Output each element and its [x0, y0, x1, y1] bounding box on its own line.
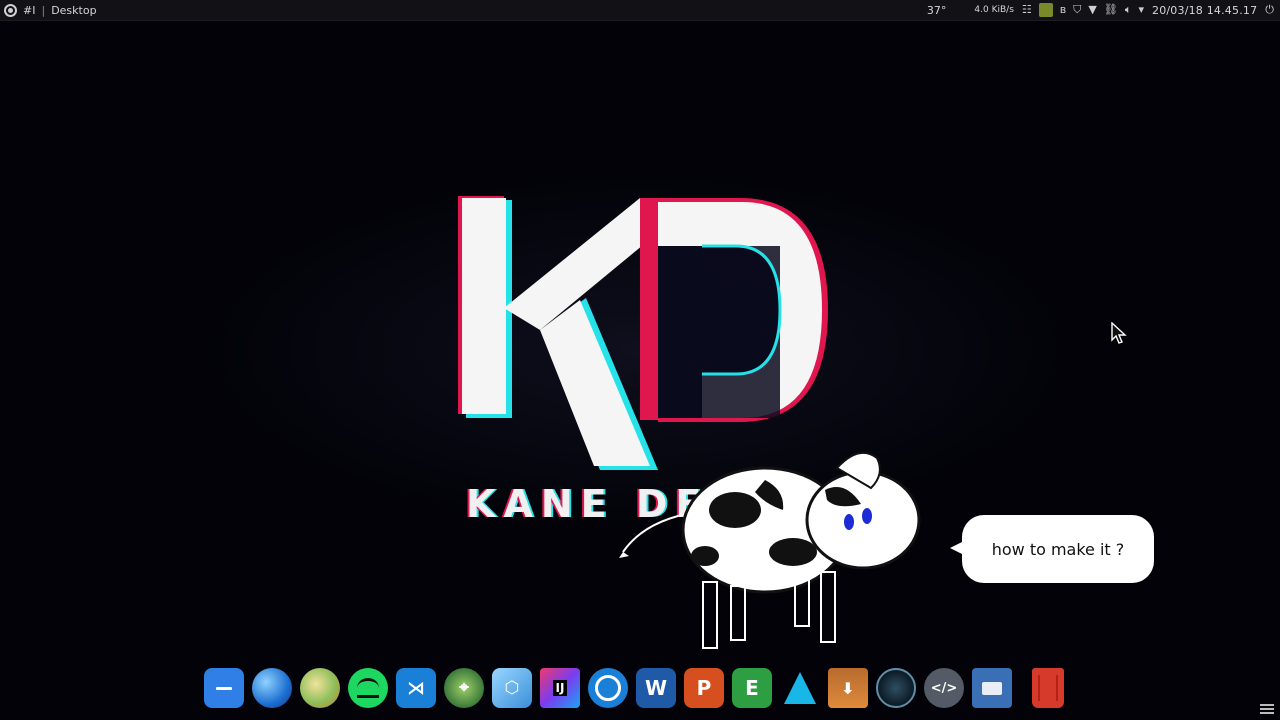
cow-illustration: [619, 451, 921, 649]
archive-app-icon[interactable]: [828, 668, 868, 708]
github-icon[interactable]: [4, 3, 17, 17]
cpu-temperature: 37°: [926, 3, 947, 17]
wifi-icon[interactable]: ▼: [1088, 0, 1096, 20]
simplenote-app-icon[interactable]: [588, 668, 628, 708]
intellij-app-icon[interactable]: IJ: [540, 668, 580, 708]
volume-icon[interactable]: 🔈︎: [1125, 0, 1132, 20]
bluetooth-icon[interactable]: ʙ: [1060, 0, 1066, 20]
maps-app-icon[interactable]: [300, 668, 340, 708]
video-app-icon[interactable]: [972, 668, 1012, 708]
speech-bubble-text: how to make it ?: [991, 539, 1125, 559]
code-editor-app-icon[interactable]: [924, 668, 964, 708]
title-separator: |: [41, 3, 46, 17]
package-app-icon[interactable]: ⬡: [492, 668, 532, 708]
power-icon[interactable]: ⏻: [1265, 3, 1274, 17]
dropdown-icon[interactable]: ▾: [1138, 0, 1144, 20]
top-panel-left: #I | Desktop: [0, 3, 97, 17]
writer-app-icon[interactable]: W: [636, 668, 676, 708]
top-panel: #I | Desktop 37° 4.0 KiB/s ☷ ʙ ⛉ ▼ ⛓ 🔈︎ …: [0, 0, 1280, 21]
image-icon[interactable]: [1038, 3, 1053, 17]
window-title: Desktop: [51, 3, 97, 17]
apps-icon[interactable]: ☷: [1022, 0, 1032, 20]
clock[interactable]: 20/03/18 14.45.17: [1152, 4, 1257, 17]
link-icon[interactable]: ⛓: [1104, 0, 1118, 20]
arrow-app-icon[interactable]: [780, 668, 820, 708]
dock: ⋊ ⌖ ⬡ IJ W P E: [204, 664, 1064, 712]
spotify-app-icon[interactable]: [348, 668, 388, 708]
mouse-cursor-icon: [1111, 322, 1127, 344]
shield-icon[interactable]: ⛉: [1073, 0, 1081, 20]
android-studio-app-icon[interactable]: ⌖: [444, 668, 484, 708]
workspace-indicator[interactable]: #I: [23, 4, 35, 17]
hamburger-menu-icon[interactable]: [1260, 704, 1274, 714]
top-panel-right: 37° 4.0 KiB/s ☷ ʙ ⛉ ▼ ⛓ 🔈︎ ▾ 20/03/18 14…: [927, 0, 1274, 20]
vscode-app-icon[interactable]: ⋊: [396, 668, 436, 708]
browser-app-icon[interactable]: [252, 668, 292, 708]
trash-icon[interactable]: [1032, 668, 1064, 708]
files-app-icon[interactable]: [204, 668, 244, 708]
system-tray: ☷ ʙ ⛉ ▼ ⛓ 🔈︎ ▾: [1022, 0, 1144, 20]
presentation-app-icon[interactable]: P: [684, 668, 724, 708]
stacer-app-icon[interactable]: [876, 668, 916, 708]
network-speed: 4.0 KiB/s: [974, 5, 1014, 15]
spreadsheet-app-icon[interactable]: E: [732, 668, 772, 708]
speech-bubble: how to make it ?: [950, 515, 1154, 583]
